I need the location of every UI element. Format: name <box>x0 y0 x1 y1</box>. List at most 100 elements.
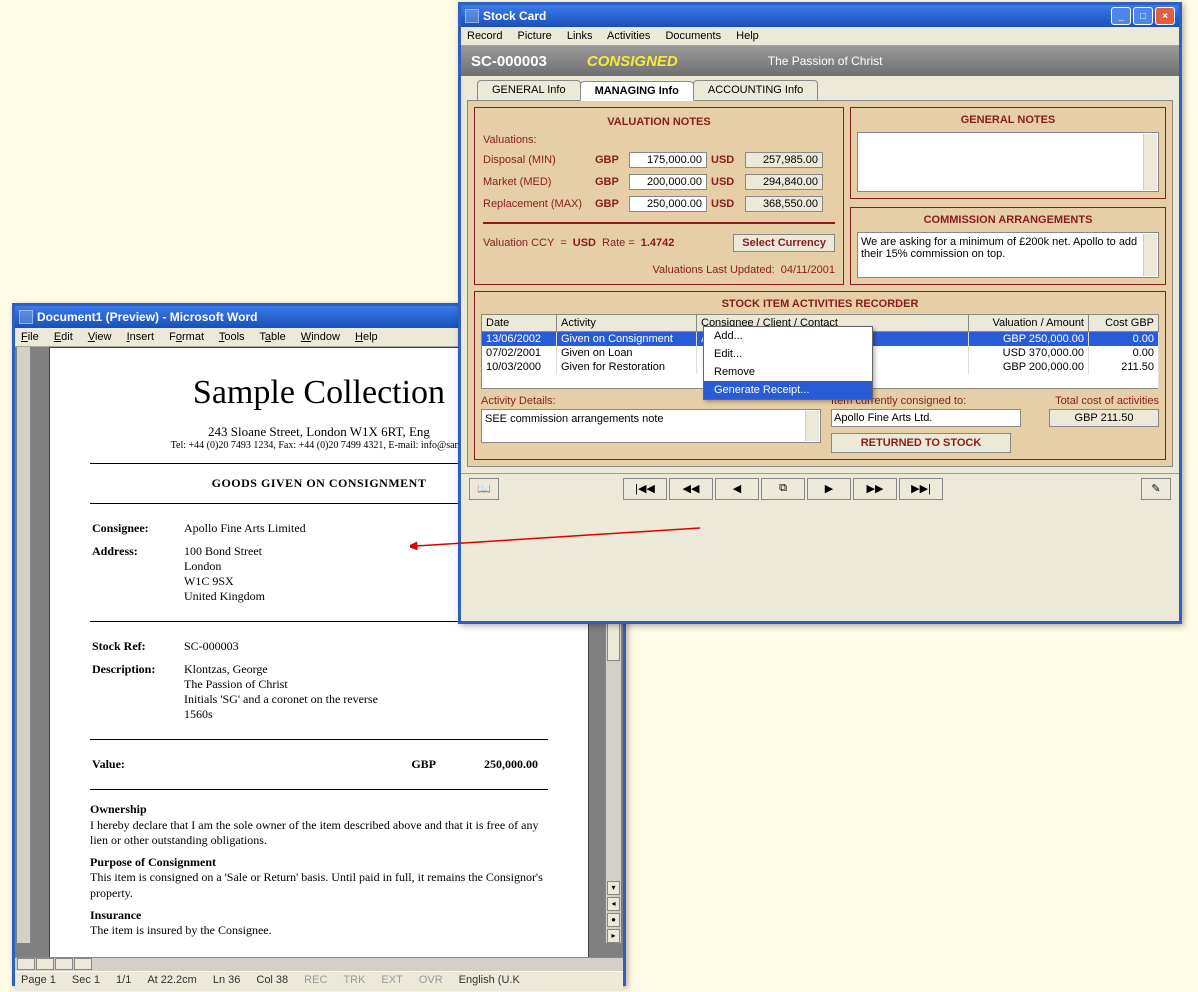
menu-activities[interactable]: Activities <box>607 30 650 42</box>
status-at: At 22.2cm <box>147 974 197 989</box>
view-normal-button[interactable] <box>17 958 35 970</box>
menu-table[interactable]: Table <box>259 331 285 343</box>
activities-context-menu: Add... Edit... Remove Generate Receipt..… <box>703 326 873 400</box>
view-outline-button[interactable] <box>74 958 92 970</box>
close-button[interactable]: × <box>1155 7 1175 25</box>
replacement-gbp-input[interactable] <box>629 196 707 212</box>
menu-edit[interactable]: Edit <box>54 331 73 343</box>
divider <box>90 739 548 740</box>
col-valuation[interactable]: Valuation / Amount <box>969 315 1089 332</box>
status-ln: Ln 36 <box>213 974 241 989</box>
valuation-panel: VALUATION NOTES Valuations: Disposal (MI… <box>474 107 844 285</box>
stock-titlebar[interactable]: Stock Card _ □ × <box>461 5 1179 27</box>
returned-to-stock-button[interactable]: RETURNED TO STOCK <box>831 433 1011 453</box>
stock-header-band: SC-000003 CONSIGNED The Passion of Chris… <box>461 46 1179 76</box>
stock-menubar: Record Picture Links Activities Document… <box>461 27 1179 46</box>
stock-code: SC-000003 <box>471 53 547 70</box>
commission-scrollbar[interactable] <box>1143 234 1157 276</box>
menu-picture[interactable]: Picture <box>518 30 552 42</box>
col-cost[interactable]: Cost GBP <box>1089 315 1159 332</box>
notes-scrollbar[interactable] <box>1143 134 1157 190</box>
status-lang: English (U.K <box>459 974 520 989</box>
maximize-button[interactable]: □ <box>1133 7 1153 25</box>
status-sec: Sec 1 <box>72 974 100 989</box>
view-web-button[interactable] <box>36 958 54 970</box>
scroll-down-button[interactable]: ▾ <box>607 881 620 895</box>
commission-panel: COMMISSION ARRANGEMENTS We are asking fo… <box>850 207 1166 285</box>
valuations-label: Valuations: <box>483 134 835 146</box>
stockref-value: SC-000003 <box>184 636 546 657</box>
ctx-add[interactable]: Add... <box>704 327 872 345</box>
valuation-ccy-row: Valuation CCY = USD Rate = 1.4742 Select… <box>483 234 835 252</box>
nav-last-button[interactable]: ▶▶| <box>899 478 943 500</box>
menu-documents[interactable]: Documents <box>665 30 721 42</box>
minimize-button[interactable]: _ <box>1111 7 1131 25</box>
activity-details-textarea[interactable]: SEE commission arrangements note <box>481 409 821 443</box>
nav-fast-fwd-button[interactable]: ▶▶ <box>853 478 897 500</box>
general-notes-textarea[interactable] <box>857 132 1159 192</box>
status-trk: TRK <box>343 974 365 989</box>
desc-label: Description: <box>92 659 182 725</box>
stock-card-window: Stock Card _ □ × Record Picture Links Ac… <box>458 2 1182 624</box>
disposal-gbp-input[interactable] <box>629 152 707 168</box>
stock-body: VALUATION NOTES Valuations: Disposal (MI… <box>467 100 1173 467</box>
consigned-column: Item currently consigned to: RETURNED TO… <box>831 395 1021 453</box>
nav-dup-button[interactable]: ⧉ <box>761 478 805 500</box>
menu-links[interactable]: Links <box>567 30 593 42</box>
tab-managing-info[interactable]: MANAGING Info <box>580 81 694 101</box>
menu-tools[interactable]: Tools <box>219 331 245 343</box>
nav-next-button[interactable]: ▶ <box>807 478 851 500</box>
status-ext: EXT <box>381 974 402 989</box>
ownership-para: OwnershipI hereby declare that I am the … <box>90 802 548 849</box>
doc-value-row: Value: GBP 250,000.00 <box>90 752 548 777</box>
menu-view[interactable]: View <box>88 331 112 343</box>
menu-insert[interactable]: Insert <box>127 331 155 343</box>
menu-format[interactable]: Format <box>169 331 204 343</box>
tab-accounting-info[interactable]: ACCOUNTING Info <box>693 80 818 100</box>
value-label: Value: <box>92 754 182 775</box>
nav-prev-button[interactable]: ◀ <box>715 478 759 500</box>
prev-page-button[interactable]: ◂ <box>607 897 620 911</box>
word-status-bar: Page 1 Sec 1 1/1 At 22.2cm Ln 36 Col 38 … <box>15 971 623 991</box>
select-currency-button[interactable]: Select Currency <box>733 234 835 252</box>
view-print-button[interactable] <box>55 958 73 970</box>
nav-fast-back-button[interactable]: ◀◀ <box>669 478 713 500</box>
total-cost-column: Total cost of activities <box>1031 395 1159 427</box>
tab-general-info[interactable]: GENERAL Info <box>477 80 581 100</box>
desc-value: Klontzas, George The Passion of Christ I… <box>184 659 546 725</box>
valuation-last-updated: Valuations Last Updated: 04/11/2001 <box>483 264 835 276</box>
ctx-edit[interactable]: Edit... <box>704 345 872 363</box>
menu-window[interactable]: Window <box>301 331 340 343</box>
commission-textarea[interactable]: We are asking for a minimum of £200k net… <box>857 232 1159 278</box>
record-navbar: 📖 |◀◀ ◀◀ ◀ ⧉ ▶ ▶▶ ▶▶| ✎ <box>461 473 1179 504</box>
stock-item-title: The Passion of Christ <box>768 54 883 68</box>
col-activity[interactable]: Activity <box>557 315 697 332</box>
right-column: GENERAL NOTES COMMISSION ARRANGEMENTS We… <box>850 107 1166 285</box>
menu-help[interactable]: Help <box>736 30 759 42</box>
nav-first-button[interactable]: |◀◀ <box>623 478 667 500</box>
ctx-generate-receipt[interactable]: Generate Receipt... <box>704 381 872 399</box>
value-ccy: GBP <box>384 754 444 775</box>
doc-fields-2: Stock Ref: SC-000003 Description: Klontz… <box>90 634 548 727</box>
menu-record[interactable]: Record <box>467 30 502 42</box>
book-icon[interactable]: 📖 <box>469 478 499 500</box>
market-gbp-input[interactable] <box>629 174 707 190</box>
details-scrollbar[interactable] <box>805 411 819 441</box>
commission-title: COMMISSION ARRANGEMENTS <box>857 214 1159 226</box>
valuation-row-market: Market (MED) GBP USD <box>483 174 835 190</box>
ctx-remove[interactable]: Remove <box>704 363 872 381</box>
select-browse-button[interactable]: ● <box>607 913 620 927</box>
valuation-divider <box>483 222 835 224</box>
market-usd-output <box>745 174 823 190</box>
valuation-title: VALUATION NOTES <box>483 116 835 128</box>
status-page: Page 1 <box>21 974 56 989</box>
menu-file[interactable]: File <box>21 331 39 343</box>
consignee-label: Consignee: <box>92 518 182 539</box>
status-ovr: OVR <box>419 974 443 989</box>
col-date[interactable]: Date <box>482 315 557 332</box>
purpose-para: Purpose of ConsignmentThis item is consi… <box>90 855 548 902</box>
signature-icon[interactable]: ✎ <box>1141 478 1171 500</box>
activities-title: STOCK ITEM ACTIVITIES RECORDER <box>481 298 1159 310</box>
next-page-button[interactable]: ▸ <box>607 929 620 943</box>
menu-help[interactable]: Help <box>355 331 378 343</box>
